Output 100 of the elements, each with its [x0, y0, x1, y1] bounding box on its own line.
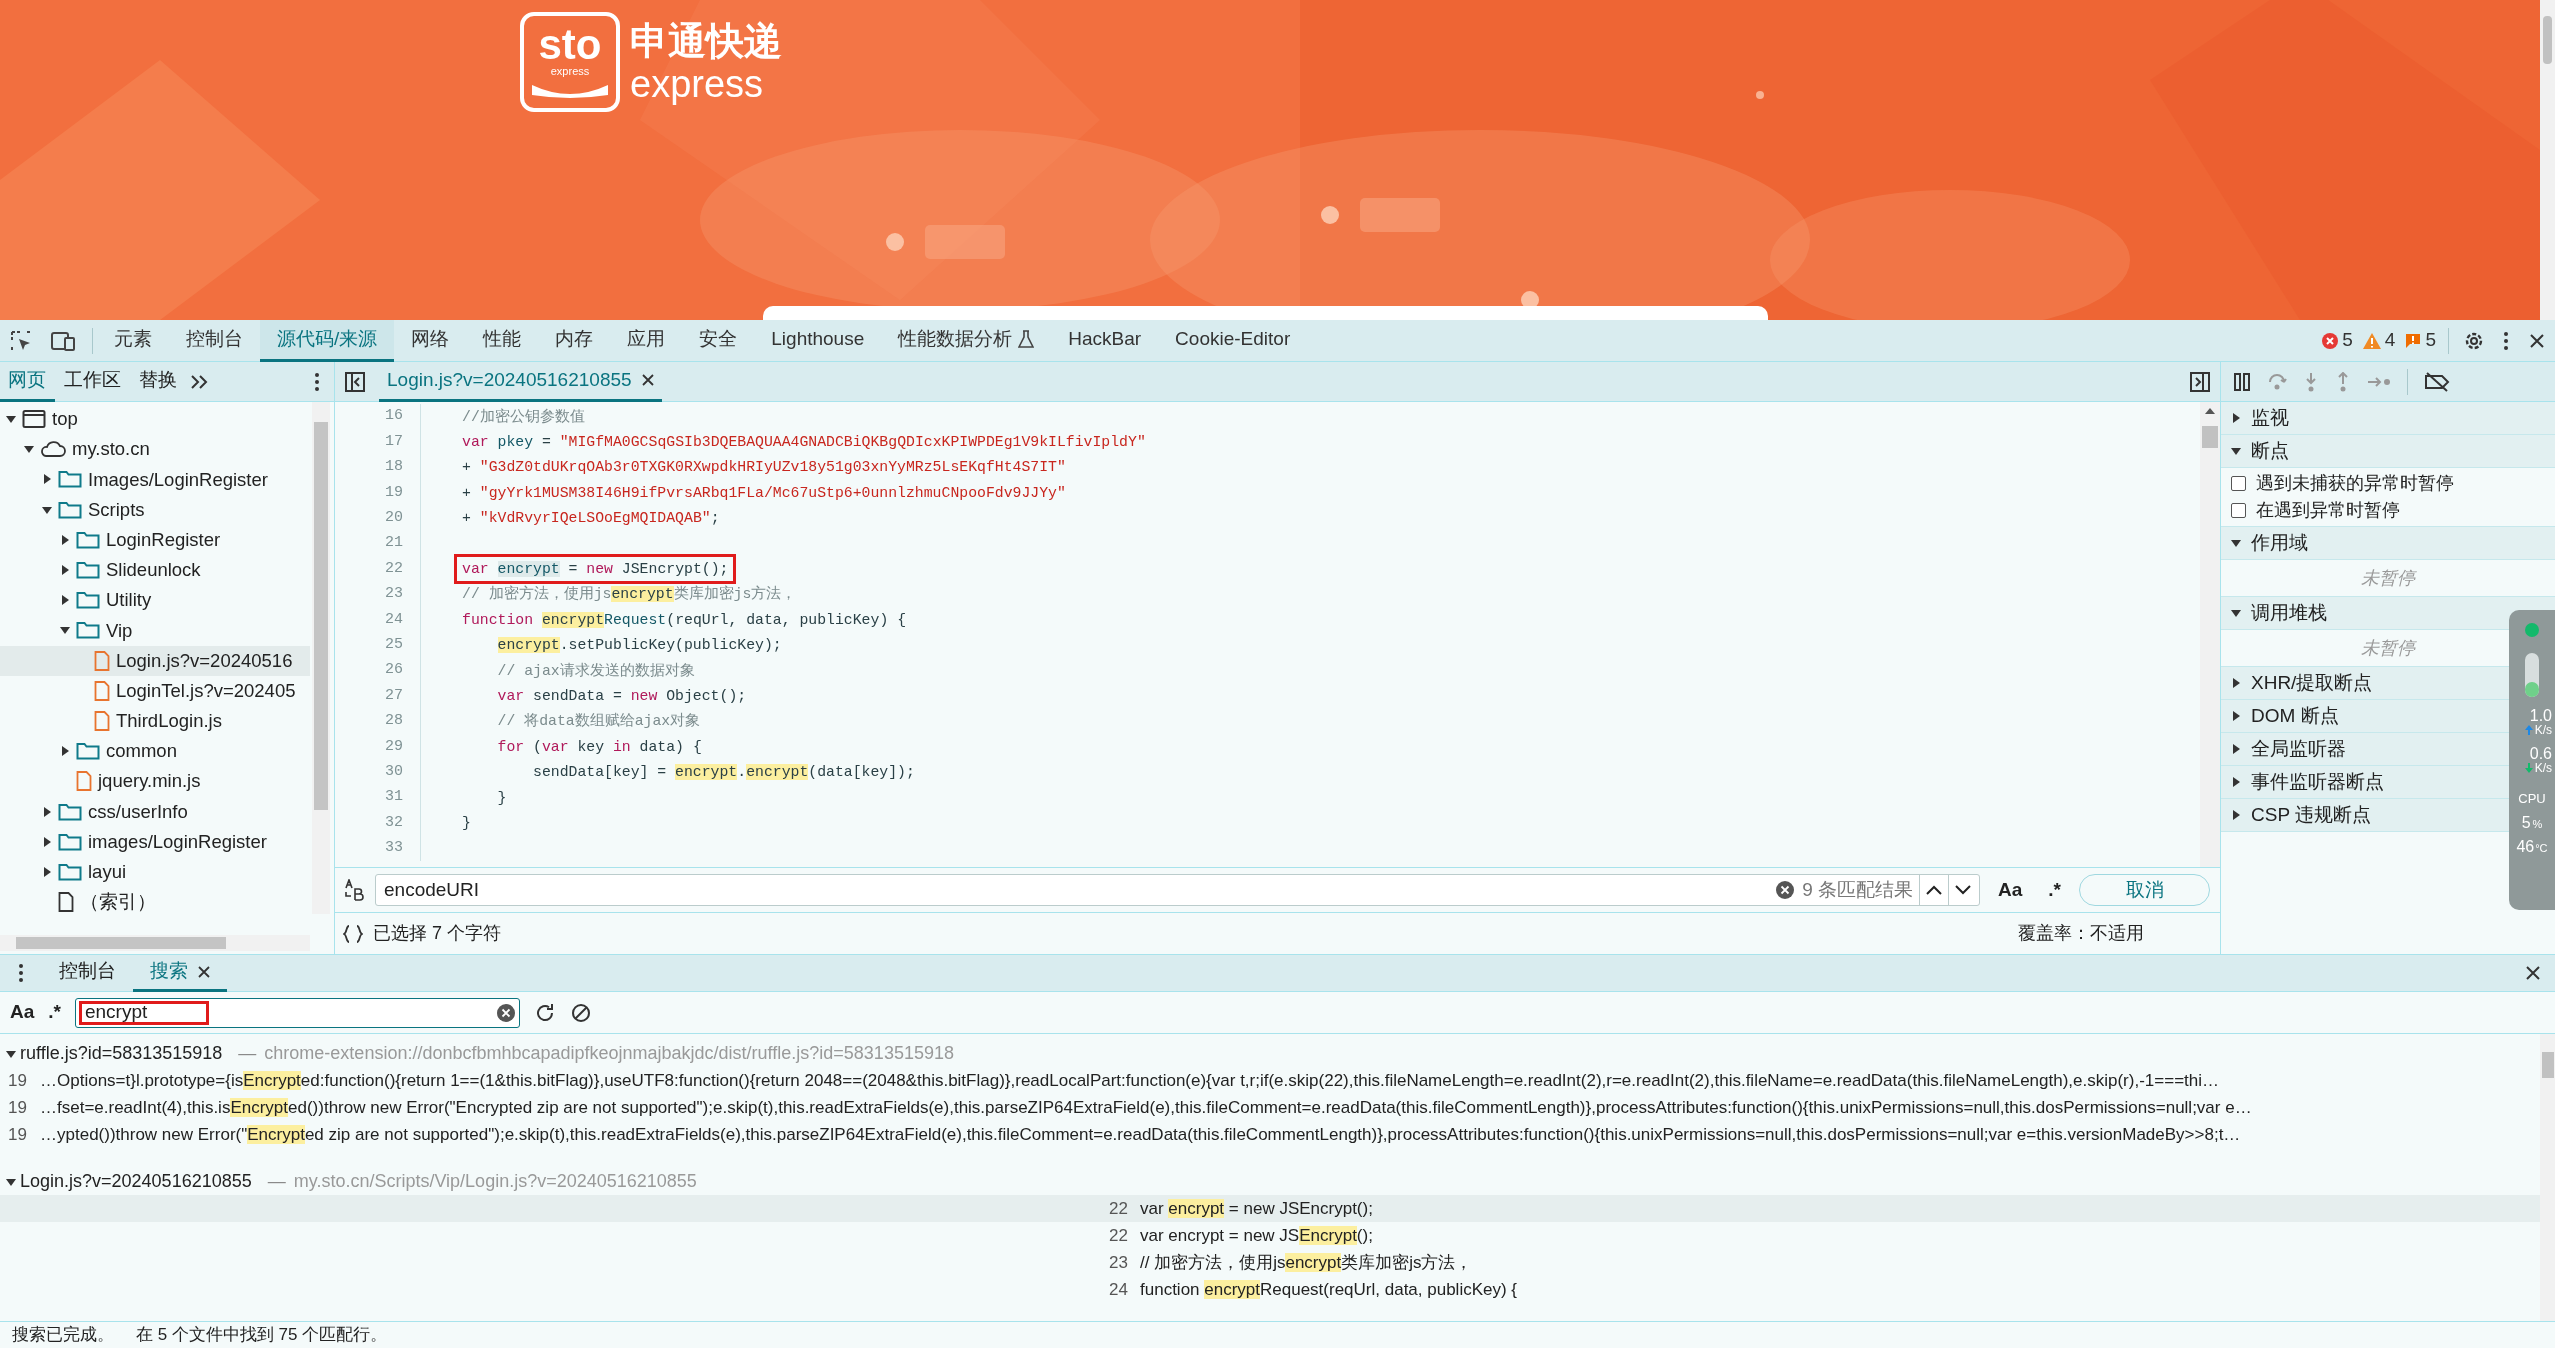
search-result-row[interactable]: 22 var encrypt = new JSEncrypt(); — [0, 1222, 2540, 1249]
result-file-header[interactable]: ruffle.js?id=58313515918 — chrome-extension://donbcfbmhbcapadipfkeojnmajbakjdc/dist/ruffle.js?id=58313515918 — [0, 1040, 2540, 1067]
triangle-icon[interactable] — [60, 625, 70, 636]
sidebar-toggle-icon[interactable] — [345, 371, 365, 392]
previous-icon[interactable] — [1926, 885, 1942, 895]
sidebar-toggle-icon[interactable] — [2190, 371, 2210, 392]
checkbox[interactable] — [2231, 476, 2246, 491]
triangle-icon[interactable] — [42, 836, 52, 847]
warning-count-button[interactable]: 4 — [2362, 326, 2396, 355]
tree-item[interactable]: top — [0, 404, 310, 435]
panel-tab[interactable]: 性能 — [466, 319, 539, 362]
scrollbar[interactable] — [2200, 402, 2220, 867]
triangle-icon[interactable] — [6, 414, 16, 425]
page-scrollbar[interactable] — [2540, 0, 2555, 320]
triangle-icon[interactable] — [2231, 608, 2241, 618]
section-header[interactable]: 监视 — [2221, 402, 2555, 435]
tree-item[interactable]: ThirdLogin.js — [0, 705, 310, 737]
triangle-icon[interactable] — [60, 746, 70, 757]
pause-icon[interactable] — [2233, 372, 2251, 391]
tree-item[interactable]: Scripts — [0, 494, 310, 525]
search-field[interactable]: encrypt — [75, 997, 520, 1028]
close-icon[interactable] — [2529, 332, 2545, 349]
triangle-icon[interactable] — [2231, 777, 2241, 787]
close-icon[interactable] — [2525, 965, 2541, 981]
triangle-icon[interactable] — [60, 565, 70, 576]
refresh-icon[interactable] — [534, 1001, 556, 1024]
triangle-icon[interactable] — [6, 1048, 16, 1059]
panel-tab[interactable]: 控制台 — [169, 319, 260, 362]
triangle-icon[interactable] — [2231, 678, 2241, 688]
triangle-icon[interactable] — [2231, 446, 2241, 456]
error-count-button[interactable]: 5 — [2322, 326, 2353, 355]
scrollbar[interactable] — [312, 402, 330, 914]
issue-count-button[interactable]: 5 — [2405, 326, 2436, 355]
inspect-icon[interactable] — [10, 329, 32, 352]
more-icon[interactable] — [314, 371, 320, 392]
triangle-icon[interactable] — [2231, 538, 2241, 548]
deactivate-breakpoints-icon[interactable] — [2424, 371, 2450, 392]
regex-button[interactable]: .* — [2040, 875, 2069, 905]
tree-item[interactable]: Images/LoginRegister — [0, 464, 310, 495]
search-result-row[interactable]: 24 function encryptRequest(reqUrl, data, publicKey) { — [0, 1276, 2540, 1303]
more-icon[interactable] — [2503, 330, 2509, 351]
scrollbar[interactable] — [0, 935, 310, 951]
triangle-icon[interactable] — [42, 474, 52, 485]
triangle-icon[interactable] — [42, 866, 52, 877]
navigator-tab[interactable]: 网页 — [0, 361, 55, 402]
replace-toggle-icon[interactable] — [343, 879, 365, 901]
match-case-button[interactable]: Aa — [10, 998, 35, 1027]
triangle-icon[interactable] — [60, 534, 70, 545]
search-input[interactable]: encrypt — [79, 1000, 209, 1025]
tree-item[interactable]: layui — [0, 856, 310, 887]
drawer-tab[interactable]: 搜索 — [133, 954, 227, 992]
tree-item[interactable]: Login.js?v=20240516 — [0, 645, 310, 676]
match-case-button[interactable]: Aa — [1990, 875, 2031, 905]
scrollbar[interactable] — [2540, 1034, 2555, 1321]
clear-results-icon[interactable] — [570, 1001, 592, 1024]
tree-item[interactable]: Vip — [0, 615, 310, 646]
tree-item[interactable]: images/LoginRegister — [0, 826, 310, 857]
scrollbar-thumb[interactable] — [2541, 1052, 2554, 1078]
scrollbar-thumb[interactable] — [16, 937, 226, 949]
triangle-icon[interactable] — [60, 595, 70, 606]
panel-tab[interactable]: Cookie-Editor — [1158, 319, 1308, 362]
close-icon[interactable] — [641, 374, 654, 386]
triangle-icon[interactable] — [24, 444, 34, 455]
tree-item[interactable]: my.sto.cn — [0, 434, 310, 465]
triangle-icon[interactable] — [2231, 413, 2241, 423]
panel-tab[interactable]: 安全 — [682, 319, 755, 362]
tree-item[interactable]: LoginRegister — [0, 524, 310, 555]
triangle-icon[interactable] — [42, 504, 52, 515]
triangle-icon[interactable] — [2231, 744, 2241, 754]
panel-tab[interactable]: 源代码/来源 — [260, 319, 395, 362]
regex-button[interactable]: .* — [48, 998, 61, 1027]
checkbox[interactable] — [2231, 503, 2246, 518]
format-icon[interactable] — [343, 924, 363, 943]
tree-item[interactable]: Slideunlock — [0, 554, 310, 586]
panel-tab[interactable]: HackBar — [1051, 319, 1159, 362]
panel-tab[interactable]: Lighthouse — [754, 319, 882, 362]
panel-tab[interactable]: 网络 — [394, 319, 467, 362]
device-icon[interactable] — [50, 329, 76, 352]
scroll-up-icon[interactable] — [2205, 408, 2215, 414]
result-file-header[interactable]: Login.js?v=20240516210855 — my.sto.cn/Scripts/Vip/Login.js?v=20240516210855 — [0, 1168, 2540, 1195]
tree-item[interactable]: LoginTel.js?v=202405 — [0, 675, 310, 706]
tree-item[interactable]: common — [0, 736, 310, 767]
file-tab[interactable]: Login.js?v=20240516210855 — [379, 361, 662, 402]
navigator-tab[interactable]: 工作区 — [55, 361, 130, 402]
triangle-icon[interactable] — [2231, 810, 2241, 820]
scrollbar-thumb[interactable] — [314, 422, 328, 810]
panel-tab[interactable]: 应用 — [610, 319, 683, 362]
close-icon[interactable] — [198, 965, 210, 978]
clear-icon[interactable] — [497, 1003, 515, 1022]
tree-item[interactable]: jquery.min.js — [0, 766, 310, 797]
more-tabs-icon[interactable] — [190, 374, 208, 389]
search-input[interactable]: encodeURI — [384, 875, 1777, 905]
search-result-row[interactable]: 23 // 加密方法，使用jsencrypt类库加密js方法， — [0, 1249, 2540, 1276]
triangle-icon[interactable] — [2231, 711, 2241, 721]
section-header[interactable]: 调用堆栈 — [2221, 597, 2555, 630]
search-field[interactable]: encodeURI 9 条匹配结果 — [375, 874, 1980, 906]
clear-icon[interactable] — [1776, 881, 1795, 899]
drawer-tab[interactable]: 控制台 — [42, 954, 133, 992]
more-icon[interactable] — [18, 963, 24, 983]
tree-item[interactable]: （索引） — [0, 887, 310, 918]
